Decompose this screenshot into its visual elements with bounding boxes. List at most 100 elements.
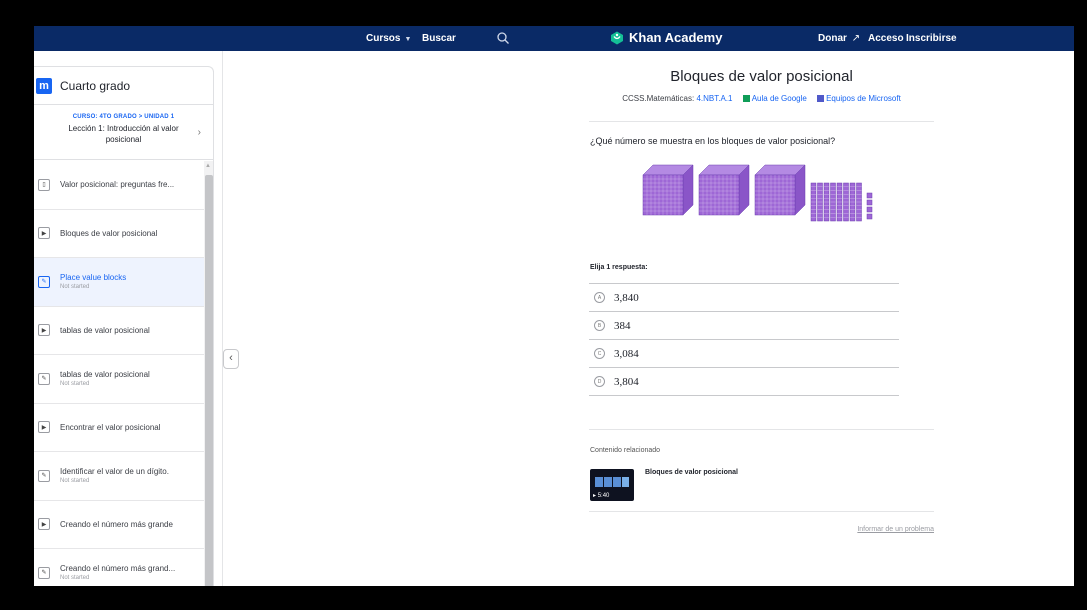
video-icon: ▶ <box>38 227 50 240</box>
ten-rod <box>817 182 823 222</box>
choose-label: Elija 1 respuesta: <box>590 264 648 271</box>
chevron-right-icon[interactable]: › <box>198 127 201 138</box>
divider <box>589 511 934 512</box>
thousand-cube <box>754 164 806 216</box>
item-label: Bloques de valor posicional <box>60 228 158 238</box>
lesson-sidebar: m Cuarto grado CURSO: 4TO GRADO > UNIDAD… <box>34 66 214 586</box>
lesson-selector[interactable]: CURSO: 4TO GRADO > UNIDAD 1 Lección 1: I… <box>34 105 213 160</box>
video-icon: ▶ <box>38 324 50 337</box>
signup-link[interactable]: Inscribirse <box>906 33 957 44</box>
list-item[interactable]: ▯ Valor posicional: preguntas fre... <box>34 161 204 210</box>
top-navigation-bar: Cursos ▼ Buscar Khan Academy Donar ↗ Acce… <box>34 26 1074 51</box>
ten-rod <box>810 182 817 222</box>
course-book-icon: m <box>36 77 52 94</box>
donate-label: Donar <box>818 33 847 44</box>
list-item[interactable]: ✎ Creando el número más grand... Not sta… <box>34 549 204 586</box>
item-status: Not started <box>60 284 90 291</box>
choice-radio[interactable]: D <box>594 376 605 387</box>
item-label: tablas de valor posicional <box>60 325 150 335</box>
search-label: Buscar <box>422 33 456 44</box>
answer-choice-b[interactable]: B 384 <box>589 312 899 340</box>
ten-rod <box>830 182 836 222</box>
item-label: Identificar el valor de un dígito. <box>60 467 169 477</box>
item-label: Creando el número más grande <box>60 519 173 529</box>
list-item[interactable]: ✎ Identificar el valor de un dígito. Not… <box>34 452 204 501</box>
sidebar-scrollbar[interactable]: ▲ <box>204 161 213 586</box>
ten-rod <box>823 182 830 222</box>
answer-choice-a[interactable]: A 3,840 <box>589 284 899 312</box>
standards-prefix: CCSS.Matemáticas: <box>622 94 695 103</box>
related-content-label: Contenido relacionado <box>590 447 661 454</box>
microsoft-teams-icon <box>817 95 825 102</box>
exercise-icon: ✎ <box>38 275 50 288</box>
logo-text: Khan Academy <box>629 30 723 45</box>
choice-radio[interactable]: B <box>594 320 605 331</box>
one-cube <box>866 199 873 206</box>
report-problem-link[interactable]: Informar de un problema <box>857 526 934 533</box>
answer-choice-c[interactable]: C 3,084 <box>589 340 899 368</box>
question-text: ¿Qué número se muestra en los bloques de… <box>590 136 836 146</box>
breadcrumb[interactable]: CURSO: 4TO GRADO > UNIDAD 1 <box>34 114 213 120</box>
video-duration: ▸ 5:40 <box>593 493 610 499</box>
list-item[interactable]: ▶ tablas de valor posicional <box>34 307 204 355</box>
item-label: Place value blocks <box>60 273 127 283</box>
login-link[interactable]: Acceso <box>868 33 904 44</box>
chevron-down-icon: ▼ <box>404 36 412 43</box>
one-cube <box>866 192 873 199</box>
related-video-title[interactable]: Bloques de valor posicional <box>645 469 738 476</box>
khan-academy-logo[interactable]: Khan Academy <box>610 30 722 45</box>
donate-link[interactable]: Donar ↗ <box>818 33 860 44</box>
scroll-up-icon[interactable]: ▲ <box>205 163 211 169</box>
ten-rod <box>836 182 843 222</box>
google-classroom-icon <box>742 95 750 102</box>
one-cube <box>866 206 873 213</box>
video-icon: ▶ <box>38 518 50 531</box>
list-item[interactable]: ▶ Bloques de valor posicional <box>34 210 204 258</box>
item-label: Creando el número más grand... <box>60 564 176 574</box>
list-item[interactable]: ▶ Creando el número más grande <box>34 501 204 549</box>
ten-rod <box>856 182 862 222</box>
place-value-blocks-image <box>642 164 873 222</box>
courses-label: Cursos <box>366 33 401 44</box>
item-label: Encontrar el valor posicional <box>60 422 161 432</box>
choice-radio[interactable]: C <box>594 348 605 359</box>
ten-rod <box>843 182 849 222</box>
app-window: Cursos ▼ Buscar Khan Academy Donar ↗ Acce… <box>34 26 1074 586</box>
sidebar-header: m Cuarto grado <box>34 67 213 105</box>
item-status: Not started <box>60 381 90 388</box>
sidebar-divider <box>222 51 223 586</box>
exercise-icon: ✎ <box>38 469 50 482</box>
standard-link[interactable]: 4.NBT.A.1 <box>696 94 732 103</box>
choice-radio[interactable]: A <box>594 292 605 303</box>
choice-value: 3,804 <box>614 375 639 388</box>
khan-academy-leaf-icon <box>611 31 623 44</box>
list-item[interactable]: ✎ tablas de valor posicional Not started <box>34 355 204 404</box>
grade-title[interactable]: Cuarto grado <box>60 79 130 93</box>
collapse-sidebar-button[interactable]: ‹ <box>223 349 239 369</box>
search-icon[interactable] <box>496 31 510 45</box>
answer-choice-d[interactable]: D 3,804 <box>589 368 899 396</box>
answer-choices: A 3,840 B 384 C 3,084 D 3,804 <box>589 283 899 396</box>
courses-menu-button[interactable]: Cursos ▼ <box>366 33 411 44</box>
lesson-items-list: ▯ Valor posicional: preguntas fre... ▶ B… <box>34 161 204 586</box>
item-label: tablas de valor posicional <box>60 370 150 380</box>
article-icon: ▯ <box>38 178 50 191</box>
divider <box>589 121 934 122</box>
scrollbar-thumb[interactable] <box>205 175 213 586</box>
google-classroom-link[interactable]: Aula de Google <box>752 94 807 103</box>
microsoft-teams-link[interactable]: Equipos de Microsoft <box>826 94 901 103</box>
list-item[interactable]: ▶ Encontrar el valor posicional <box>34 404 204 452</box>
choice-value: 3,084 <box>614 347 639 360</box>
exercise-panel: Bloques de valor posicional CCSS.Matemát… <box>589 51 934 586</box>
thousand-cube <box>642 164 694 216</box>
external-link-icon: ↗ <box>851 33 861 44</box>
search-input[interactable]: Buscar <box>414 29 514 47</box>
divider <box>589 429 934 430</box>
item-status: Not started <box>60 575 90 582</box>
thousand-cube <box>698 164 750 216</box>
item-status: Not started <box>60 478 90 485</box>
exercise-icon: ✎ <box>38 566 50 579</box>
related-video-thumbnail[interactable]: ▸ 5:40 <box>590 469 634 501</box>
ten-rod <box>849 182 856 222</box>
list-item-active[interactable]: ✎ Place value blocks Not started <box>34 258 204 307</box>
